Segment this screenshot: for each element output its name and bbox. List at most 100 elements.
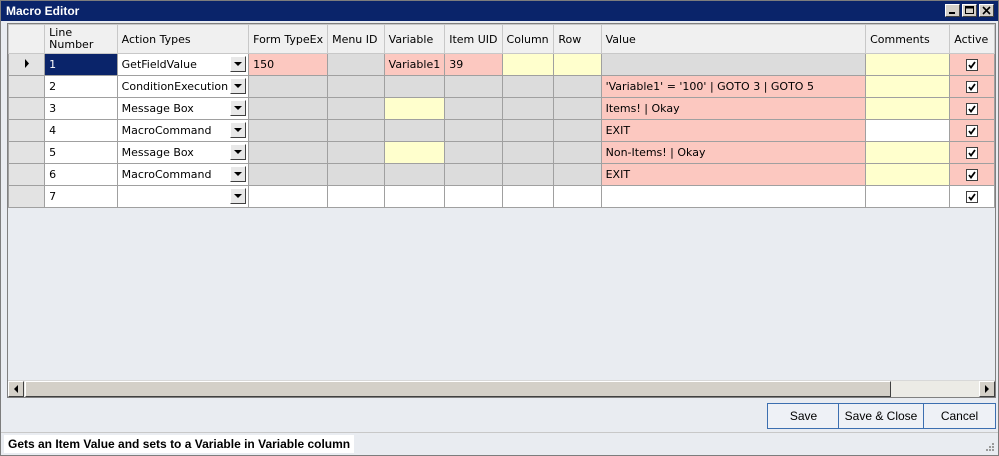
save-button[interactable]: Save bbox=[767, 403, 840, 429]
column-header-line-number[interactable]: Line Number bbox=[44, 24, 118, 54]
menu-id-cell[interactable] bbox=[327, 75, 385, 98]
maximize-button[interactable] bbox=[962, 4, 977, 17]
line-number-cell[interactable]: 3 bbox=[44, 97, 118, 120]
action-type-cell[interactable]: MacroCommand bbox=[116, 119, 250, 142]
comments-cell[interactable] bbox=[865, 185, 951, 208]
item-uid-cell[interactable] bbox=[444, 185, 503, 208]
action-type-cell[interactable]: Message Box bbox=[116, 97, 250, 120]
active-cell[interactable] bbox=[949, 185, 995, 208]
row-cell[interactable] bbox=[553, 97, 602, 120]
column-header-menu-id[interactable]: Menu ID bbox=[327, 24, 385, 54]
action-type-dropdown-button[interactable] bbox=[230, 166, 247, 182]
column-header-column[interactable]: Column bbox=[501, 24, 555, 54]
column-cell[interactable] bbox=[501, 141, 555, 164]
row-cell[interactable] bbox=[553, 53, 602, 76]
row-cell[interactable] bbox=[553, 119, 602, 142]
form-typeex-cell[interactable] bbox=[248, 141, 329, 164]
row-header[interactable] bbox=[8, 53, 46, 76]
active-checkbox[interactable] bbox=[966, 147, 979, 159]
item-uid-cell[interactable] bbox=[444, 119, 503, 142]
row-cell[interactable] bbox=[553, 163, 602, 186]
column-header-variable[interactable]: Variable bbox=[383, 24, 446, 54]
action-type-cell[interactable]: GetFieldValue bbox=[116, 53, 250, 76]
column-cell[interactable] bbox=[501, 163, 555, 186]
active-cell[interactable] bbox=[949, 163, 995, 186]
active-checkbox[interactable] bbox=[966, 191, 979, 203]
comments-cell[interactable] bbox=[865, 141, 951, 164]
form-typeex-cell[interactable] bbox=[248, 163, 329, 186]
column-header-active[interactable]: Active bbox=[949, 24, 995, 54]
table-row[interactable]: 7 bbox=[8, 185, 995, 208]
form-typeex-cell[interactable] bbox=[248, 97, 329, 120]
action-type-dropdown-button[interactable] bbox=[230, 188, 247, 204]
value-cell[interactable]: EXIT bbox=[600, 163, 867, 186]
table-row[interactable]: 2 ConditionExecution 'Variable1' = '100' |… bbox=[8, 75, 995, 98]
action-type-cell[interactable]: ConditionExecution bbox=[116, 75, 250, 98]
row-header[interactable] bbox=[8, 97, 46, 120]
table-row[interactable]: 3 Message Box Items! | Okay bbox=[8, 97, 995, 120]
line-number-cell[interactable]: 5 bbox=[44, 141, 118, 164]
action-type-dropdown-button[interactable] bbox=[230, 122, 247, 138]
column-header-value[interactable]: Value bbox=[600, 24, 867, 54]
column-header-action-types[interactable]: Action Types bbox=[116, 24, 250, 54]
menu-id-cell[interactable] bbox=[327, 97, 385, 120]
active-checkbox[interactable] bbox=[966, 81, 979, 93]
value-cell[interactable] bbox=[600, 53, 867, 76]
action-type-dropdown-button[interactable] bbox=[230, 78, 247, 94]
column-cell[interactable] bbox=[501, 75, 555, 98]
variable-cell[interactable] bbox=[383, 97, 446, 120]
comments-cell[interactable] bbox=[865, 75, 951, 98]
comments-cell[interactable] bbox=[865, 163, 951, 186]
variable-cell[interactable] bbox=[383, 163, 446, 186]
column-cell[interactable] bbox=[501, 53, 555, 76]
variable-cell[interactable] bbox=[383, 119, 446, 142]
menu-id-cell[interactable] bbox=[327, 141, 385, 164]
line-number-cell[interactable]: 6 bbox=[44, 163, 118, 186]
action-type-dropdown-button[interactable] bbox=[230, 56, 247, 72]
column-cell[interactable] bbox=[501, 97, 555, 120]
line-number-cell[interactable]: 2 bbox=[44, 75, 118, 98]
active-cell[interactable] bbox=[949, 119, 995, 142]
variable-cell[interactable] bbox=[383, 141, 446, 164]
row-header[interactable] bbox=[8, 185, 46, 208]
table-row[interactable]: 5 Message Box Non-Items! | Okay bbox=[8, 141, 995, 164]
value-cell[interactable]: 'Variable1' = '100' | GOTO 3 | GOTO 5 bbox=[600, 75, 867, 98]
active-checkbox[interactable] bbox=[966, 125, 979, 137]
variable-cell[interactable]: Variable1 bbox=[383, 53, 446, 76]
column-cell[interactable] bbox=[501, 119, 555, 142]
row-header[interactable] bbox=[8, 119, 46, 142]
table-row[interactable]: 6 MacroCommand EXIT bbox=[8, 163, 995, 186]
row-header[interactable] bbox=[8, 141, 46, 164]
comments-cell[interactable] bbox=[865, 97, 951, 120]
row-cell[interactable] bbox=[553, 185, 602, 208]
row-header[interactable] bbox=[8, 163, 46, 186]
cancel-button[interactable]: Cancel bbox=[923, 403, 996, 429]
row-cell[interactable] bbox=[553, 75, 602, 98]
row-cell[interactable] bbox=[553, 141, 602, 164]
value-cell[interactable]: Non-Items! | Okay bbox=[600, 141, 867, 164]
value-cell[interactable] bbox=[600, 185, 867, 208]
active-checkbox[interactable] bbox=[966, 103, 979, 115]
resize-grip-icon[interactable] bbox=[984, 441, 995, 452]
item-uid-cell[interactable]: 39 bbox=[444, 53, 503, 76]
table-row[interactable]: 4 MacroCommand EXIT bbox=[8, 119, 995, 142]
form-typeex-cell[interactable] bbox=[248, 119, 329, 142]
column-header-row[interactable]: Row bbox=[553, 24, 602, 54]
line-number-cell[interactable]: 4 bbox=[44, 119, 118, 142]
menu-id-cell[interactable] bbox=[327, 53, 385, 76]
action-type-cell[interactable] bbox=[116, 185, 250, 208]
menu-id-cell[interactable] bbox=[327, 119, 385, 142]
row-header[interactable] bbox=[8, 75, 46, 98]
variable-cell[interactable] bbox=[383, 185, 446, 208]
comments-cell[interactable] bbox=[865, 119, 951, 142]
value-cell[interactable]: EXIT bbox=[600, 119, 867, 142]
item-uid-cell[interactable] bbox=[444, 97, 503, 120]
item-uid-cell[interactable] bbox=[444, 163, 503, 186]
line-number-cell[interactable]: 7 bbox=[44, 185, 118, 208]
form-typeex-cell[interactable] bbox=[248, 185, 329, 208]
menu-id-cell[interactable] bbox=[327, 185, 385, 208]
minimize-button[interactable] bbox=[945, 4, 960, 17]
active-checkbox[interactable] bbox=[966, 59, 979, 71]
column-header-comments[interactable]: Comments bbox=[865, 24, 951, 54]
horizontal-scrollbar[interactable] bbox=[8, 380, 995, 397]
